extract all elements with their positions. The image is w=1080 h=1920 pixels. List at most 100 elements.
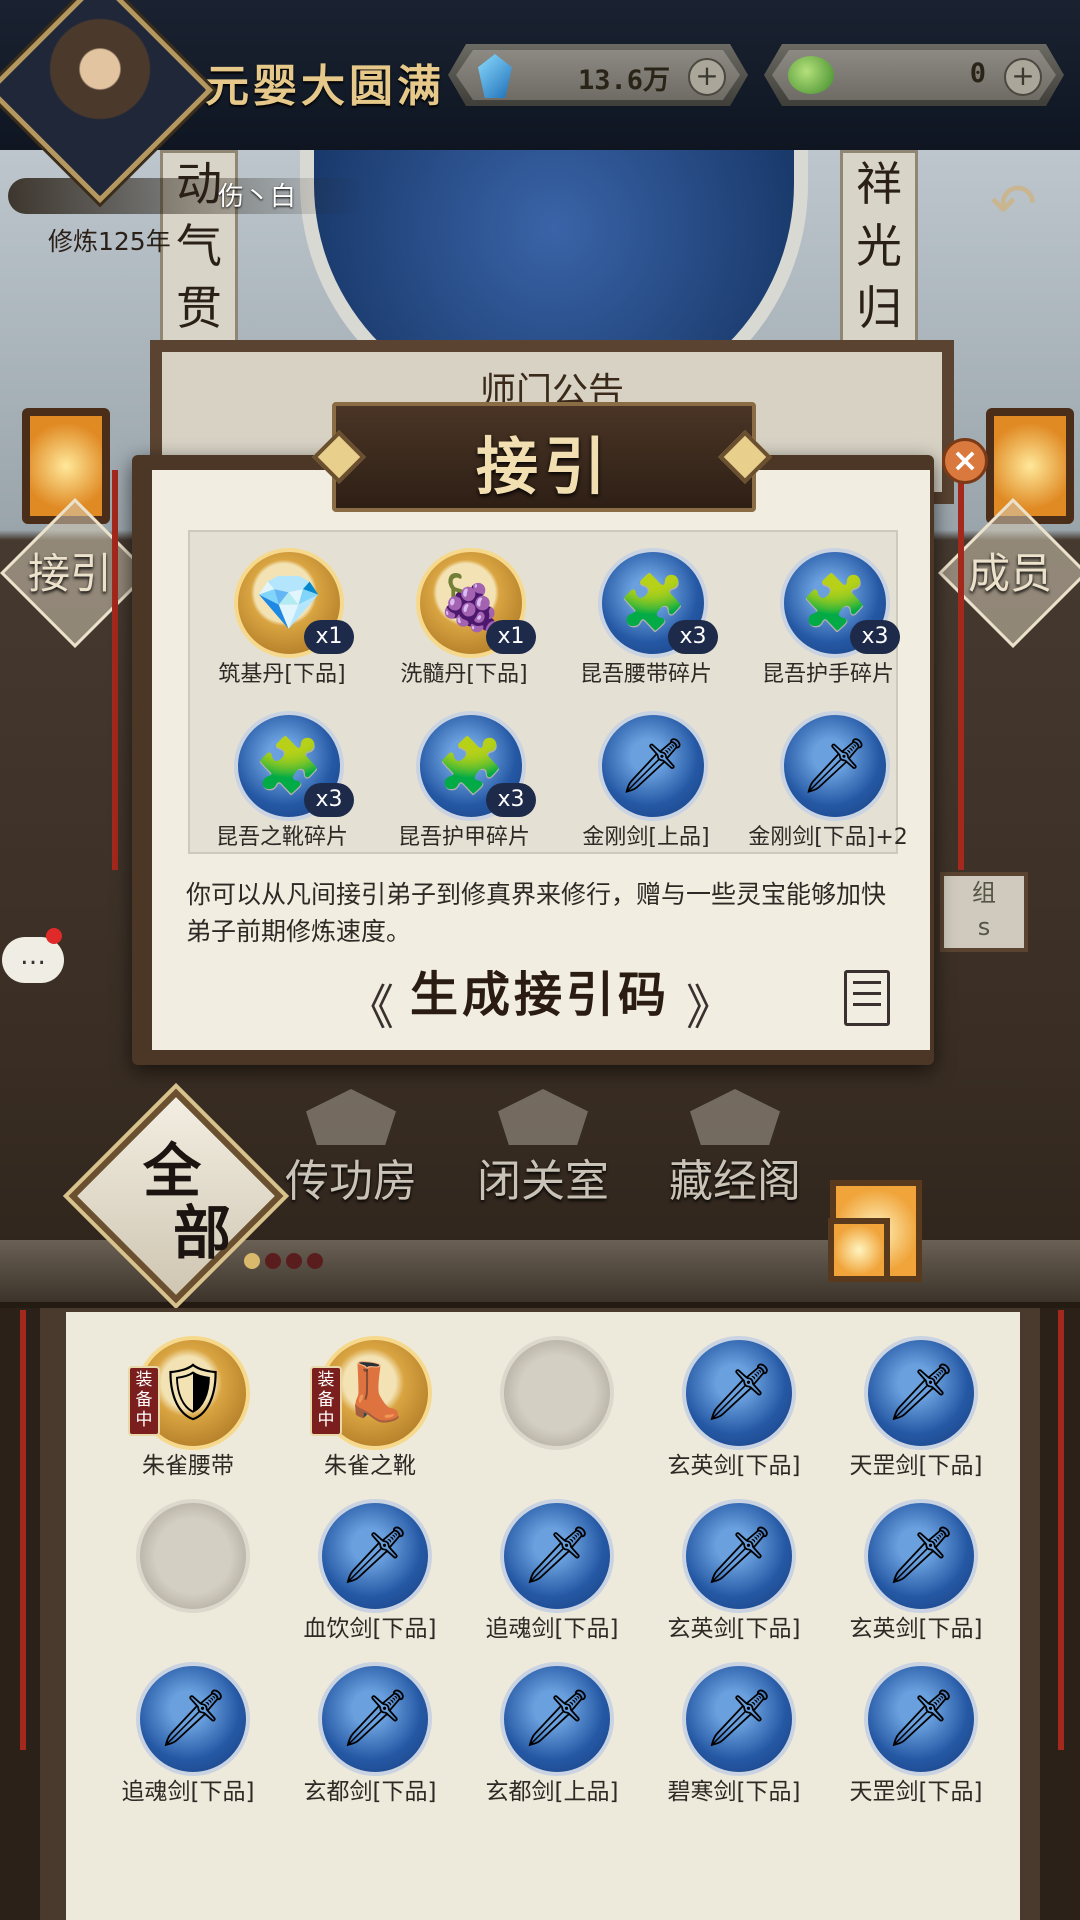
tassel-rope [958,470,964,870]
inventory-item[interactable]: 🗡 玄英剑[下品] [644,1318,824,1479]
item-icon: 🗡 [885,1360,957,1425]
generate-code-button[interactable]: 生成接引码 [350,962,730,1028]
jade-value: 0 [969,58,986,89]
reward-name: 金刚剑[下品]+2 [748,825,908,850]
back-arrow-icon[interactable]: ↶ [990,177,1050,233]
item-name: 血饮剑[下品] [303,1616,437,1642]
records-icon[interactable] [844,970,890,1026]
reward-name: 筑基丹[下品] [218,662,346,687]
item-icon [136,1499,250,1613]
page-dot[interactable] [307,1253,323,1269]
inventory-item[interactable]: 🗡 天罡剑[下品] [826,1318,1006,1479]
inventory-empty-slot[interactable] [462,1318,642,1478]
reward-item[interactable]: 🧩 x3 昆吾护手碎片 [738,532,918,692]
close-button[interactable]: × [942,438,988,484]
inventory-item[interactable]: 🗡 玄都剑[下品] [280,1644,460,1805]
equipped-badge: 装备中 [310,1366,342,1436]
tab-label: 闭关室 [477,1156,609,1207]
tab-transmission-room[interactable]: 传功房 [266,1085,436,1207]
page-dot[interactable] [244,1253,260,1269]
reward-item[interactable]: 🍇 x1 洗髓丹[下品] [374,532,554,692]
reward-count: x3 [668,620,718,654]
category-char-1: 全 [142,1137,201,1205]
inventory-item[interactable]: 🛡 装备中朱雀腰带 [98,1318,278,1479]
inventory-item[interactable]: 🗡 碧寒剑[下品] [644,1644,824,1805]
spirit-stone-value: 13.6万 [577,65,670,96]
modal-description: 你可以从凡间接引弟子到修真界来修行，赠与一些灵宝能够加快弟子前期修炼速度。 [186,880,887,946]
reward-count: x3 [304,783,354,817]
building-icon [690,1089,780,1145]
tab-label: 传功房 [285,1156,417,1207]
item-name: 玄都剑[上品] [485,1779,619,1805]
tassel-rope [20,1310,26,1750]
item-icon: 🗡 [885,1523,957,1588]
inventory-item[interactable]: 🗡 血饮剑[下品] [280,1481,460,1642]
jade-icon [788,56,834,94]
inventory-empty-slot[interactable] [98,1481,278,1641]
arrow-right-icon: 》 [686,980,735,1036]
item-name: 追魂剑[下品] [485,1616,619,1642]
item-name: 玄英剑[下品] [667,1616,801,1642]
item-name: 碧寒剑[下品] [667,1779,801,1805]
reward-count: x3 [850,620,900,654]
item-name: 玄都剑[下品] [303,1779,437,1805]
reward-name: 昆吾护甲碎片 [397,825,530,850]
player-name-bar [8,178,368,214]
item-icon: 🗡 [703,1686,775,1751]
spirit-stone-counter: 13.6万 + [448,44,748,106]
reward-item[interactable]: 🗡 金刚剑[上品] [556,695,736,855]
page-dot[interactable] [265,1253,281,1269]
reward-item[interactable]: 🧩 x3 昆吾之靴碎片 [192,695,372,855]
player-name: 伤丶白 [218,182,297,212]
inventory-item[interactable]: 🗡 玄都剑[上品] [462,1644,642,1805]
modal-title: 接引 [475,430,612,503]
item-icon: 🗡 [157,1686,229,1751]
item-icon: 🗡 [339,1523,411,1588]
inventory-item[interactable]: 🗡 玄英剑[下品] [644,1481,824,1642]
item-name: 天罡剑[下品] [849,1453,983,1479]
item-icon [500,1336,614,1450]
reward-item[interactable]: 🧩 x3 昆吾腰带碎片 [556,532,736,692]
tassel-rope [1058,1310,1064,1750]
reward-item-icon: 🗡 [800,734,870,797]
page-indicator [244,1253,328,1273]
reward-item[interactable]: 🧩 x3 昆吾护甲碎片 [374,695,554,855]
reward-grid: 💎 x1 筑基丹[下品] 🍇 x1 洗髓丹[下品] 🧩 x3 昆吾腰带碎片 🧩 x3 昆吾护手碎片 🧩 x… [188,530,908,855]
building-icon [306,1089,396,1145]
item-icon: 🗡 [521,1686,593,1751]
reward-name: 洗髓丹[下品] [400,662,528,687]
item-name: 玄英剑[下品] [849,1616,983,1642]
small-lamp-icon [828,1218,890,1282]
chat-notification-dot [46,928,62,944]
reward-count: x3 [486,783,536,817]
reward-name: 昆吾之靴碎片 [215,825,348,850]
add-jade-button[interactable]: + [1004,58,1042,96]
inventory-item[interactable]: 🗡 追魂剑[下品] [98,1644,278,1805]
add-spirit-stone-button[interactable]: + [688,58,726,96]
reward-count: x1 [486,620,536,654]
item-icon: 🗡 [339,1686,411,1751]
item-icon: 🗡 [703,1523,775,1588]
inventory-item[interactable]: 🗡 天罡剑[下品] [826,1644,1006,1805]
reward-item-icon: 🗡 [618,734,688,797]
tassel-rope [112,470,118,870]
group-plaque[interactable]: 组 s [940,872,1028,952]
members-side-button[interactable]: 成员 [950,540,1070,601]
category-filter-label: 全 部 [102,1140,242,1264]
inventory-item[interactable]: 🗡 追魂剑[下品] [462,1481,642,1642]
inventory-item[interactable]: 👢 装备中朱雀之靴 [280,1318,460,1479]
item-icon: 🗡 [521,1523,593,1588]
reward-name: 昆吾护手碎片 [761,662,894,687]
realm-title: 元婴大圆满 [205,61,445,112]
tab-scripture-pavilion[interactable]: 藏经阁 [650,1085,820,1207]
category-char-2: 部 [172,1199,231,1267]
tab-seclusion-room[interactable]: 闭关室 [458,1085,628,1207]
page-dot[interactable] [286,1253,302,1269]
inventory-item[interactable]: 🗡 玄英剑[下品] [826,1481,1006,1642]
item-name: 玄英剑[下品] [667,1453,801,1479]
reward-item[interactable]: 🗡 金刚剑[下品]+2 [738,695,918,855]
reward-item[interactable]: 💎 x1 筑基丹[下品] [192,532,372,692]
item-name: 朱雀之靴 [324,1453,416,1479]
lantern-icon [986,408,1074,524]
item-name: 朱雀腰带 [142,1453,234,1479]
